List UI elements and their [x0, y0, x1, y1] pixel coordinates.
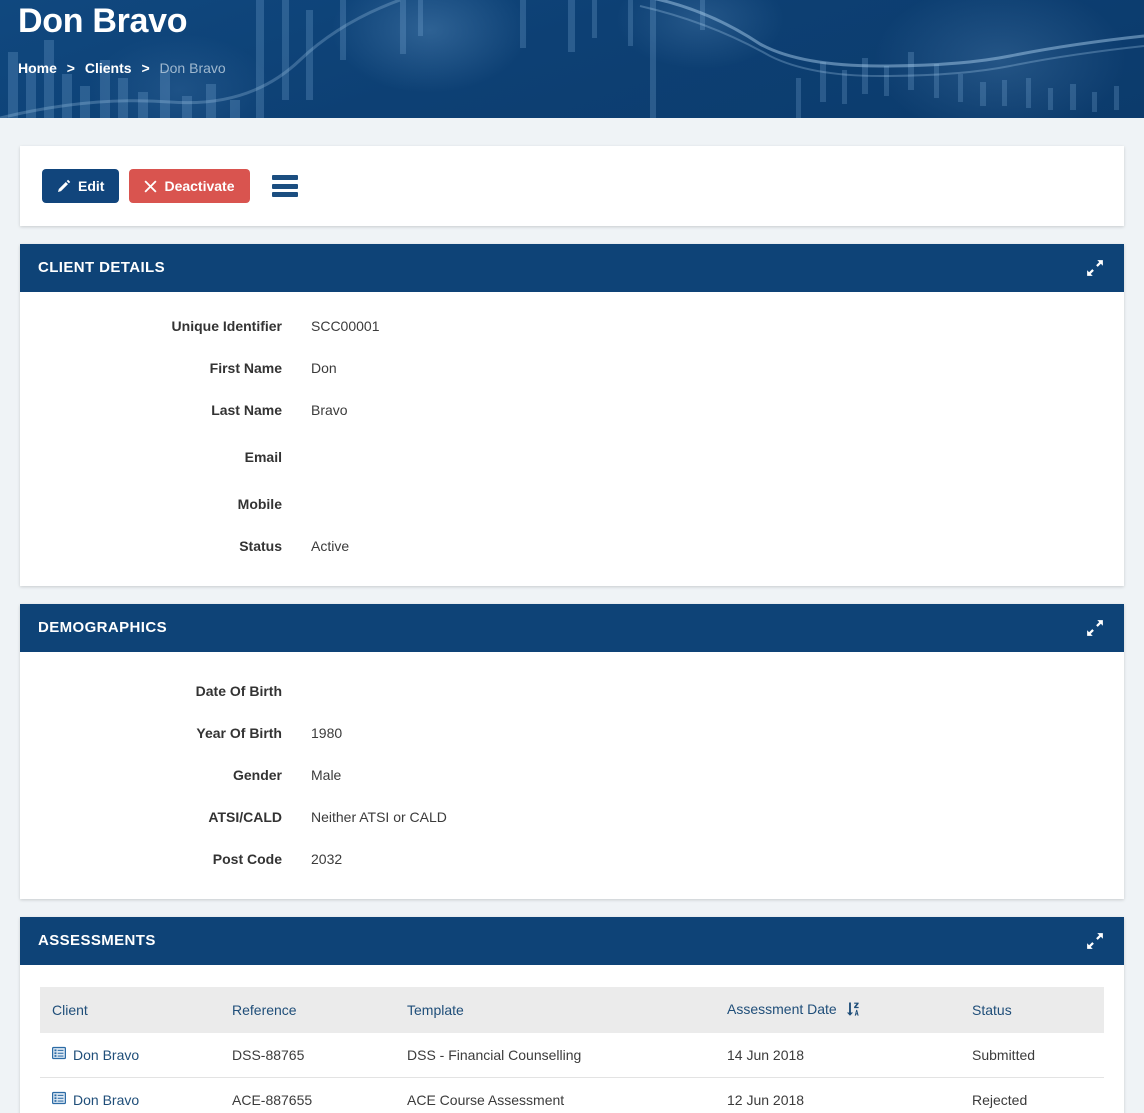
client-details-panel-title: CLIENT DETAILS	[38, 259, 165, 276]
breadcrumb: Home > Clients > Don Bravo	[18, 59, 226, 78]
field-label: ATSI/CALD	[208, 809, 282, 825]
field-label: Last Name	[211, 402, 282, 418]
demographics-panel-header: DEMOGRAPHICS	[20, 604, 1124, 652]
page-content: Edit Deactivate CLIENT DETAILS Unique Id…	[0, 146, 1144, 1113]
demographics-panel: DEMOGRAPHICS Date Of Birth Year Of Birth…	[20, 604, 1124, 899]
hamburger-bar	[271, 183, 298, 189]
field-label: Post Code	[212, 851, 282, 867]
field-value: SCC00001	[311, 318, 380, 334]
cell-client: Don Bravo	[40, 1033, 220, 1078]
field-value: Active	[311, 538, 350, 554]
field-row-last-name: Last Name Bravo	[20, 400, 1124, 420]
field-label: First Name	[209, 360, 282, 376]
field-value: Bravo	[311, 402, 348, 418]
expand-arrows-icon[interactable]	[1084, 257, 1106, 279]
cell-status: Submitted	[972, 1047, 1036, 1063]
cell-status: Rejected	[960, 1077, 1104, 1113]
assessments-panel-title: ASSESSMENTS	[38, 932, 156, 949]
action-toolbar-panel: Edit Deactivate	[20, 146, 1124, 226]
hamburger-bar	[271, 175, 298, 180]
column-header-label: Reference	[232, 1002, 297, 1018]
column-header-label: Assessment Date	[727, 1001, 837, 1017]
client-details-panel: CLIENT DETAILS Unique Identifier SCC0000…	[20, 244, 1124, 586]
field-label: Gender	[232, 767, 282, 783]
deactivate-button[interactable]: Deactivate	[129, 169, 250, 203]
field-label: Status	[239, 538, 282, 554]
client-name: Don Bravo	[73, 1047, 140, 1063]
breadcrumb-separator: >	[66, 60, 75, 76]
client-details-panel-header: CLIENT DETAILS	[20, 244, 1124, 292]
field-row-email: Email	[20, 442, 1124, 467]
deactivate-button-label: Deactivate	[164, 178, 235, 194]
column-header-reference[interactable]: Reference	[220, 987, 395, 1033]
edit-button[interactable]: Edit	[42, 169, 120, 203]
breadcrumb-item-clients[interactable]: Clients	[85, 60, 132, 76]
field-row-unique-identifier: Unique Identifier SCC00001	[20, 316, 1124, 336]
hamburger-menu-icon[interactable]	[271, 175, 298, 197]
cell-reference: ACE-887655	[220, 1077, 395, 1113]
field-value: Neither ATSI or CALD	[311, 809, 447, 825]
sort-amount-desc-icon[interactable]	[846, 1002, 859, 1019]
assessments-table-wrapper: Client Reference Template Assessment Dat…	[20, 965, 1124, 1113]
field-row-year-of-birth: Year Of Birth 1980	[20, 723, 1124, 743]
column-header-client[interactable]: Client	[40, 987, 220, 1033]
assessments-panel-header: ASSESSMENTS	[20, 917, 1124, 965]
cell-template: DSS - Financial Counselling	[407, 1047, 582, 1063]
table-header-row: Client Reference Template Assessment Dat…	[40, 987, 1104, 1033]
cell-client: Don Bravo	[40, 1077, 220, 1113]
column-header-status[interactable]: Status	[960, 987, 1104, 1033]
breadcrumb-item-home[interactable]: Home	[18, 60, 57, 76]
assessments-table-head: Client Reference Template Assessment Dat…	[40, 987, 1104, 1033]
demographics-fields: Date Of Birth Year Of Birth 1980 Gender …	[20, 652, 1124, 899]
field-label: Email	[244, 449, 282, 465]
pencil-icon	[57, 179, 71, 193]
expand-arrows-icon[interactable]	[1084, 617, 1106, 639]
cell-reference: DSS-88765	[232, 1047, 305, 1063]
hamburger-bar	[271, 192, 298, 197]
field-row-status: Status Active	[20, 536, 1124, 556]
field-label: Year Of Birth	[196, 725, 282, 741]
column-header-template[interactable]: Template	[395, 987, 715, 1033]
demographics-panel-title: DEMOGRAPHICS	[38, 619, 167, 636]
column-header-label: Client	[52, 1002, 88, 1018]
field-row-mobile: Mobile	[20, 489, 1124, 514]
field-row-gender: Gender Male	[20, 765, 1124, 785]
breadcrumb-separator: >	[141, 60, 150, 76]
cell-assessment-date: 14 Jun 2018	[727, 1047, 805, 1063]
assessments-table: Client Reference Template Assessment Dat…	[40, 987, 1104, 1113]
column-header-label: Template	[407, 1002, 464, 1018]
field-label: Mobile	[237, 496, 282, 512]
list-alt-icon	[51, 1091, 67, 1109]
field-value: Don	[311, 360, 337, 376]
breadcrumb-item-current: Don Bravo	[159, 60, 226, 76]
field-value: Male	[311, 767, 342, 783]
table-row[interactable]: Don Bravo ACE-887655 ACE Course Assessme…	[40, 1077, 1104, 1113]
page-header: Don Bravo Home > Clients > Don Bravo	[0, 0, 1144, 118]
list-alt-icon	[51, 1046, 67, 1064]
page-title: Don Bravo	[18, 2, 188, 40]
field-row-first-name: First Name Don	[20, 358, 1124, 378]
expand-arrows-icon[interactable]	[1084, 930, 1106, 952]
assessments-panel: ASSESSMENTS Client Reference Template As…	[20, 917, 1124, 1113]
column-header-assessment-date[interactable]: Assessment Date	[715, 987, 960, 1033]
client-details-fields: Unique Identifier SCC00001 First Name Do…	[20, 292, 1124, 586]
field-value: 2032	[311, 851, 343, 867]
client-link[interactable]: Don Bravo	[51, 1046, 140, 1064]
cell-template: ACE Course Assessment	[395, 1077, 715, 1113]
field-row-post-code: Post Code 2032	[20, 849, 1124, 869]
field-row-atsi-cald: ATSI/CALD Neither ATSI or CALD	[20, 807, 1124, 827]
column-header-label: Status	[972, 1002, 1012, 1018]
field-value: 1980	[311, 725, 343, 741]
field-label: Date Of Birth	[195, 683, 282, 699]
field-row-date-of-birth: Date Of Birth	[20, 676, 1124, 701]
assessments-table-body: Don Bravo DSS-88765 DSS - Financial Coun…	[40, 1033, 1104, 1113]
cell-assessment-date: 12 Jun 2018	[715, 1077, 960, 1113]
edit-button-label: Edit	[78, 178, 105, 194]
table-row[interactable]: Don Bravo DSS-88765 DSS - Financial Coun…	[40, 1033, 1104, 1078]
times-icon	[144, 179, 157, 193]
client-link[interactable]: Don Bravo	[51, 1091, 140, 1109]
field-label: Unique Identifier	[171, 318, 282, 334]
client-name: Don Bravo	[73, 1092, 140, 1108]
